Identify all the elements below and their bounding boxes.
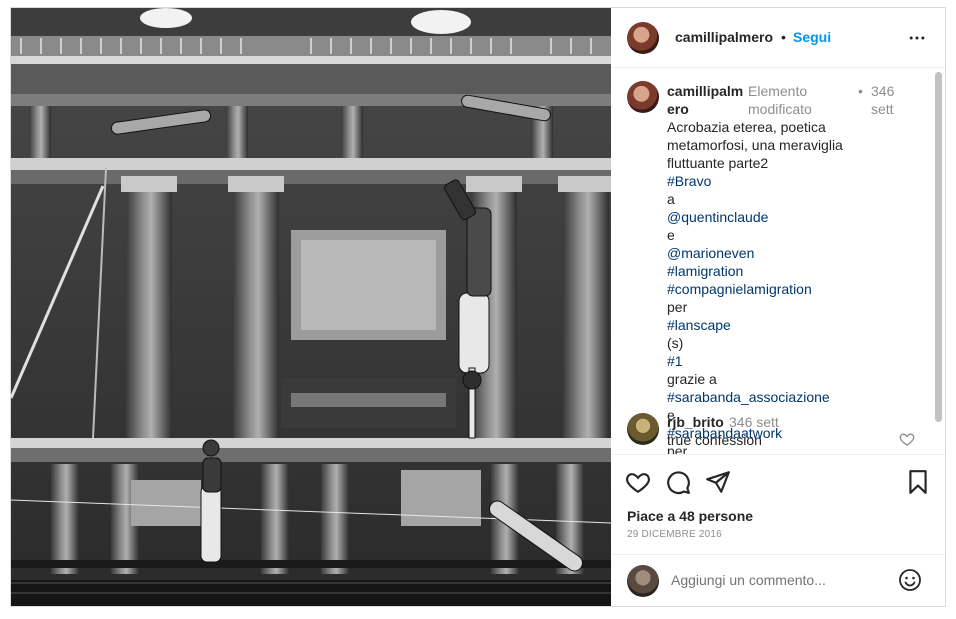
caption-text-segment: a <box>667 191 675 207</box>
caption-separator: • <box>858 83 863 99</box>
edited-label: Elemento modificato <box>748 82 848 118</box>
caption-username-line2: ero <box>667 101 689 117</box>
header-separator: • <box>781 29 786 45</box>
hashtag-link[interactable]: #sarabanda_associazione <box>667 389 830 405</box>
caption-timestamp[interactable]: 346 sett <box>871 82 911 118</box>
hashtag-link[interactable]: #lamigration <box>667 263 743 279</box>
post-actions: Piace a 48 persone 29 DICEMBRE 2016 <box>611 454 945 554</box>
likes-count[interactable]: Piace a 48 persone <box>627 508 753 524</box>
edited-label-line1: Elemento <box>748 83 808 99</box>
caption-line: #lanscape (s) #1 grazie a <box>667 316 917 388</box>
emoji-icon[interactable] <box>898 568 922 592</box>
post-details-panel: camillipalmero • Segui camillipalm ero E… <box>611 8 945 606</box>
post-photo[interactable] <box>11 8 611 606</box>
current-user-avatar <box>627 565 659 597</box>
caption-line: @marioneven #lamigration <box>667 244 917 280</box>
comment-timestamp[interactable]: 346 sett <box>729 414 779 430</box>
add-comment-input[interactable] <box>671 569 891 591</box>
comment-icon[interactable] <box>665 469 691 495</box>
caption-line: metamorfosi, una meraviglia <box>667 136 917 154</box>
caption-line: #Bravo a @quentinclaude e <box>667 172 917 244</box>
caption-text: Acrobazia eterea, poetica metamorfosi, un… <box>667 118 917 454</box>
caption-text-segment: metamorfosi, una meraviglia <box>667 137 843 153</box>
bookmark-icon[interactable] <box>905 469 931 495</box>
caption-username[interactable]: camillipalm ero <box>667 82 747 118</box>
post-date: 29 DICEMBRE 2016 <box>627 529 722 540</box>
add-comment-bar <box>611 554 945 606</box>
caption-username-line1: camillipalm <box>667 83 744 99</box>
caption-text-segment: e <box>667 227 675 243</box>
caption-text-segment: (s) <box>667 335 684 351</box>
caption-line: Acrobazia eterea, poetica <box>667 118 917 136</box>
comments-scrollbar[interactable] <box>935 72 942 422</box>
commenter-avatar[interactable] <box>627 413 659 445</box>
instagram-post: camillipalmero • Segui camillipalm ero E… <box>10 7 946 607</box>
hashtag-link[interactable]: #lanscape <box>667 317 731 333</box>
heart-icon[interactable] <box>625 469 651 495</box>
hashtag-link[interactable]: #1 <box>667 353 683 369</box>
hashtag-link[interactable]: #Bravo <box>667 173 711 189</box>
caption-text-segment: Acrobazia eterea, poetica <box>667 119 826 135</box>
hashtag-link[interactable]: @marioneven <box>667 245 754 261</box>
comments-section[interactable]: camillipalm ero Elemento modificato • 34… <box>611 68 945 454</box>
caption-timestamp-line1: 346 <box>871 83 895 99</box>
edited-label-line2: modificato <box>748 101 812 117</box>
comment-heart-icon[interactable] <box>899 431 915 447</box>
photo-artwork <box>11 8 611 606</box>
comment-text: true confession <box>667 432 762 448</box>
hashtag-link[interactable]: #compagnielamigration <box>667 281 812 297</box>
follow-button[interactable]: Segui <box>793 29 831 45</box>
caption-line: fluttuante parte2 <box>667 154 917 172</box>
caption-line: #compagnielamigration per <box>667 280 917 316</box>
caption-author-avatar[interactable] <box>627 81 659 113</box>
caption-text-segment: fluttuante parte2 <box>667 155 769 171</box>
more-horizontal-icon[interactable] <box>907 28 927 48</box>
caption-timestamp-line2: sett <box>871 101 894 117</box>
share-icon[interactable] <box>705 469 731 495</box>
author-avatar[interactable] <box>627 22 659 54</box>
caption-text-segment: grazie a <box>667 371 717 387</box>
post-header: camillipalmero • Segui <box>611 8 945 68</box>
caption-text-segment: per <box>667 299 688 315</box>
commenter-username[interactable]: rjb_brito <box>667 414 724 430</box>
author-username[interactable]: camillipalmero <box>675 29 773 45</box>
hashtag-link[interactable]: @quentinclaude <box>667 209 768 225</box>
